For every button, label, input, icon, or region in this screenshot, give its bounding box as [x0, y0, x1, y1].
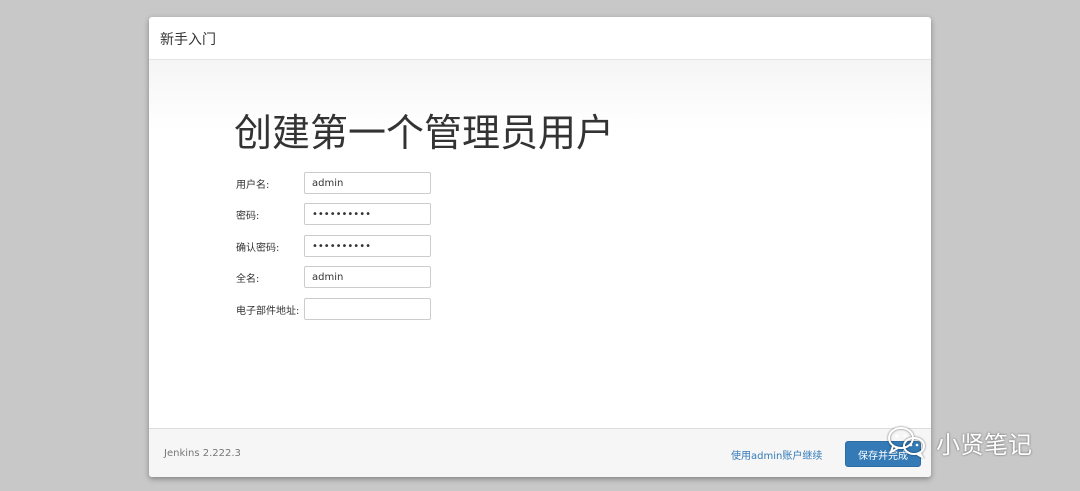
wechat-icon — [888, 427, 925, 459]
version-label: Jenkins 2.222.3 — [164, 448, 241, 459]
setup-wizard-dialog: 新手入门 创建第一个管理员用户 用户名: 密码: 确认密码: 全名: 电子部件地… — [149, 17, 931, 477]
continue-as-admin-link[interactable]: 使用admin账户继续 — [731, 447, 822, 462]
dialog-title: 新手入门 — [160, 32, 216, 48]
username-label: 用户名: — [236, 180, 270, 191]
email-label: 电子部件地址: — [236, 306, 300, 317]
password-input[interactable] — [304, 203, 431, 225]
email-input[interactable] — [304, 298, 431, 320]
password-label: 密码: — [236, 211, 260, 222]
page-title: 创建第一个管理员用户 — [234, 111, 615, 155]
username-input[interactable] — [304, 172, 431, 194]
fullname-input[interactable] — [304, 266, 431, 288]
dialog-header: 新手入门 — [149, 17, 931, 60]
watermark-text: 小贤笔记 — [936, 430, 1032, 459]
dialog-footer: Jenkins 2.222.3 使用admin账户继续 保存并完成 — [149, 428, 931, 477]
fullname-label: 全名: — [236, 274, 260, 285]
confirm-password-label: 确认密码: — [236, 243, 280, 254]
watermark: 小贤笔记 — [886, 422, 1032, 462]
dialog-body: 创建第一个管理员用户 用户名: 密码: 确认密码: 全名: 电子部件地址: — [149, 60, 931, 428]
confirm-password-input[interactable] — [304, 235, 431, 257]
